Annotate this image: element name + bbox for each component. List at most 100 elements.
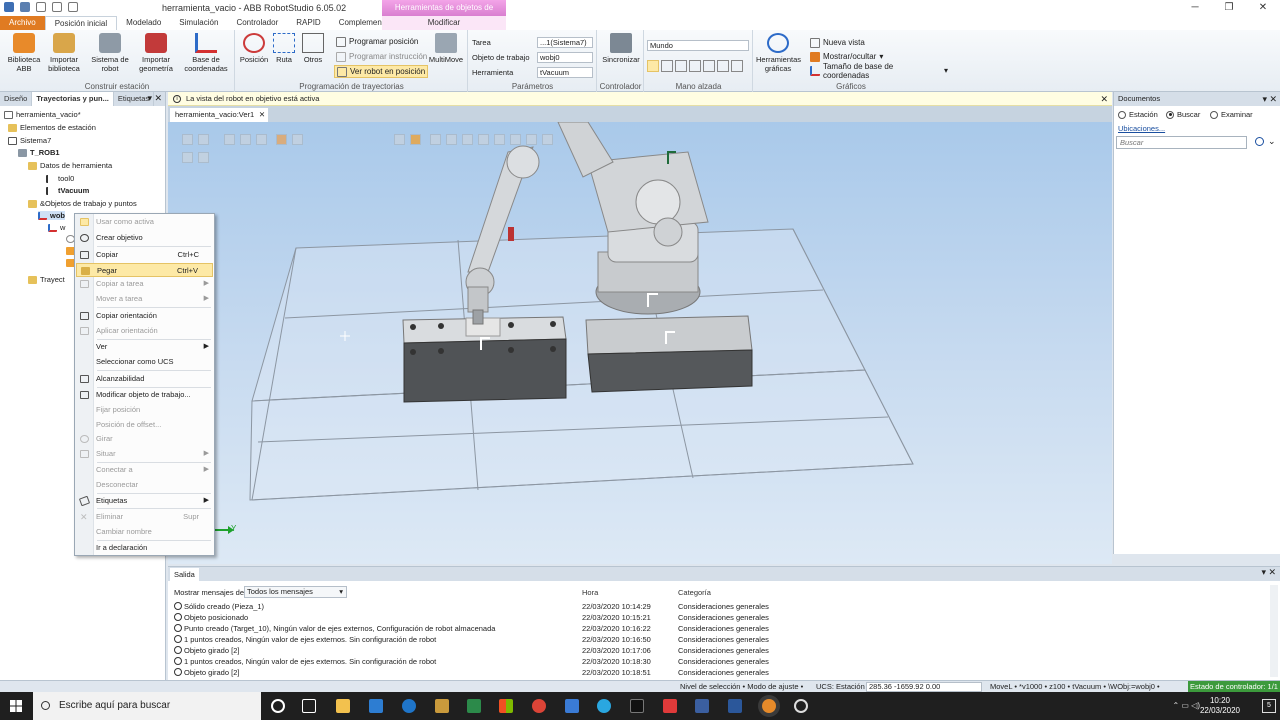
menu-item-usar-como-activa[interactable]: Usar como activa [76, 215, 213, 229]
multi-robot-jog-icon[interactable] [731, 60, 743, 72]
epic-games-icon[interactable] [630, 699, 644, 713]
viewport-tool-icon[interactable] [198, 134, 209, 145]
selection-level[interactable]: Nivel de selección • Modo de ajuste • [680, 682, 803, 691]
edge-icon[interactable] [402, 699, 416, 713]
mail-icon[interactable] [369, 699, 383, 713]
tree-item-root[interactable]: herramienta_vacio* [4, 110, 81, 119]
tree-item-trayectorias[interactable]: Trayect [28, 275, 65, 284]
viewport-tool-icon[interactable] [462, 134, 473, 145]
tree-item-sistema[interactable]: Sistema7 [8, 136, 51, 145]
jog-reorient-icon[interactable] [717, 60, 729, 72]
rotate-tool-icon[interactable] [675, 60, 687, 72]
expand-icon[interactable]: ⌄ [1268, 136, 1276, 147]
tab-archivo[interactable]: Archivo [0, 16, 45, 30]
menu-item-alcanzabilidad[interactable]: Alcanzabilidad [76, 372, 213, 386]
menu-item-desconectar[interactable]: Desconectar [76, 478, 213, 492]
menu-item-crear-objetivo[interactable]: Crear objetivo [76, 231, 213, 245]
select-tool-icon[interactable] [647, 60, 659, 72]
play-icon[interactable] [182, 152, 193, 163]
file-explorer-icon[interactable] [336, 699, 350, 713]
viewport-tool-icon[interactable] [224, 134, 235, 145]
tab-salida[interactable]: Salida [170, 568, 199, 581]
close-icon[interactable]: ✕ [1100, 92, 1108, 106]
app-icon[interactable] [695, 699, 709, 713]
tab-posicion-inicial[interactable]: Posición inicial [44, 16, 118, 30]
output-row[interactable]: Objeto girado [2] 22/03/2020 10:17:06 Cons… [172, 645, 1072, 656]
stop-icon[interactable] [198, 152, 209, 163]
menu-item-fijar-posicion[interactable]: Fijar posición [76, 403, 213, 417]
menu-item-pegar[interactable]: Pegar Ctrl+V [76, 263, 213, 277]
menu-item-modificar-objeto[interactable]: Modificar objeto de trabajo... [76, 388, 213, 402]
robotstudio-taskbar-icon[interactable] [762, 699, 776, 713]
viewport-tool-icon[interactable] [446, 134, 457, 145]
tree-item-rob[interactable]: T_ROB1 [18, 148, 60, 157]
panel-close-icon[interactable]: ▾ ✕ [1262, 92, 1277, 106]
viewport-tool-icon[interactable] [478, 134, 489, 145]
obs-icon[interactable] [794, 699, 808, 713]
menu-item-cambiar-nombre[interactable]: Cambiar nombre [76, 525, 213, 539]
redo-icon[interactable] [52, 2, 62, 12]
viewport-tool-icon[interactable] [526, 134, 537, 145]
menu-item-mover-a-tarea[interactable]: Mover a tarea ▶ [76, 292, 213, 306]
menu-item-situar[interactable]: Situar ▶ [76, 447, 213, 461]
chrome-icon[interactable] [532, 699, 546, 713]
sistema-de-robot-button[interactable]: Sistema de robot [88, 33, 132, 73]
move-tool-icon[interactable] [661, 60, 673, 72]
tree-item-tool0[interactable]: tool0 [46, 174, 74, 183]
menu-item-etiquetas[interactable]: Etiquetas ▶ [76, 494, 213, 508]
output-row[interactable]: Punto creado (Target_10), Ningún valor d… [172, 623, 1072, 634]
tab-view1[interactable]: herramienta_vacio:Ver1 ✕ [170, 108, 269, 122]
viewport-tool-icon[interactable] [394, 134, 405, 145]
customize-icon[interactable] [68, 2, 78, 12]
search-icon[interactable] [1255, 137, 1264, 146]
app-icon[interactable] [597, 699, 611, 713]
restore-icon[interactable]: ❐ [1212, 0, 1246, 16]
word-icon[interactable] [728, 699, 742, 713]
search-input[interactable] [1116, 136, 1247, 149]
viewport-tool-icon[interactable] [292, 134, 303, 145]
radio-estacion[interactable]: Estación [1118, 110, 1158, 119]
save-icon[interactable] [20, 2, 30, 12]
output-row[interactable]: Objeto posicionado 22/03/2020 10:15:21 Con… [172, 612, 1072, 623]
ubicaciones-link[interactable]: Ubicaciones... [1118, 124, 1165, 133]
menu-item-posicion-offset[interactable]: Posición de offset... [76, 418, 213, 432]
output-row[interactable]: Sólido creado (Pieza_1) 22/03/2020 10:14:… [172, 601, 1072, 612]
reference-frame-select[interactable]: Mundo [647, 40, 749, 51]
tree-item-wobj[interactable]: wob [38, 211, 65, 220]
output-row[interactable]: 1 puntos creados, Ningún valor de ejes e… [172, 656, 1072, 667]
viewport-tool-icon[interactable] [256, 134, 267, 145]
viewport-tool-icon[interactable] [510, 134, 521, 145]
minimize-icon[interactable]: ─ [1178, 0, 1212, 16]
programar-instruccion-button[interactable]: Programar instrucción [336, 50, 427, 63]
menu-item-ir-a-declaracion[interactable]: Ir a declaración [76, 541, 213, 555]
herramienta-select[interactable]: tVacuum [537, 67, 593, 78]
tarea-select[interactable]: ...1(Sistema7) [537, 37, 593, 48]
tree-item-w[interactable]: w [48, 223, 65, 232]
menu-item-eliminar[interactable]: ✕ Eliminar Supr [76, 510, 213, 524]
cortana-icon[interactable] [271, 699, 285, 713]
menu-item-ver[interactable]: Ver ▶ [76, 340, 213, 354]
tab-modelado[interactable]: Modelado [117, 16, 170, 30]
tab-modificar[interactable]: Modificar [382, 16, 506, 30]
snap-object-icon[interactable] [276, 134, 287, 145]
radio-buscar[interactable]: Buscar [1166, 110, 1200, 119]
col-hora[interactable]: Hora [582, 588, 598, 597]
3d-viewport[interactable]: Y [168, 122, 1112, 564]
viewport-tool-icon[interactable] [542, 134, 553, 145]
menu-item-copiar-a-tarea[interactable]: Copiar a tarea ▶ [76, 277, 213, 291]
tamano-base-coordenadas-button[interactable]: Tamaño de base de coordenadas ▾ [810, 62, 948, 80]
close-icon[interactable]: ✕ [259, 108, 265, 122]
output-row[interactable]: Objeto girado [2] 22/03/2020 10:18:51 Cons… [172, 667, 1072, 678]
viewport-tool-icon[interactable] [182, 134, 193, 145]
programar-posicion-button[interactable]: Programar posición [336, 35, 418, 48]
ver-robot-en-posicion-button[interactable]: Ver robot en posición [334, 65, 429, 78]
tab-trayectorias[interactable]: Trayectorias y pun... [32, 92, 114, 106]
base-de-coordenadas-button[interactable]: Base de coordenadas [184, 33, 228, 73]
output-scrollbar[interactable] [1270, 585, 1278, 677]
viewport-tool-icon[interactable] [430, 134, 441, 145]
tray-icons[interactable]: ⌃ ▭ ◁) [1172, 701, 1200, 710]
app-icon[interactable] [435, 699, 449, 713]
otros-button[interactable]: Otros [291, 33, 335, 64]
instruction-template[interactable]: MoveL • *v1000 • z100 • tVacuum • \WObj:… [990, 682, 1160, 691]
tab-simulacion[interactable]: Simulación [170, 16, 227, 30]
